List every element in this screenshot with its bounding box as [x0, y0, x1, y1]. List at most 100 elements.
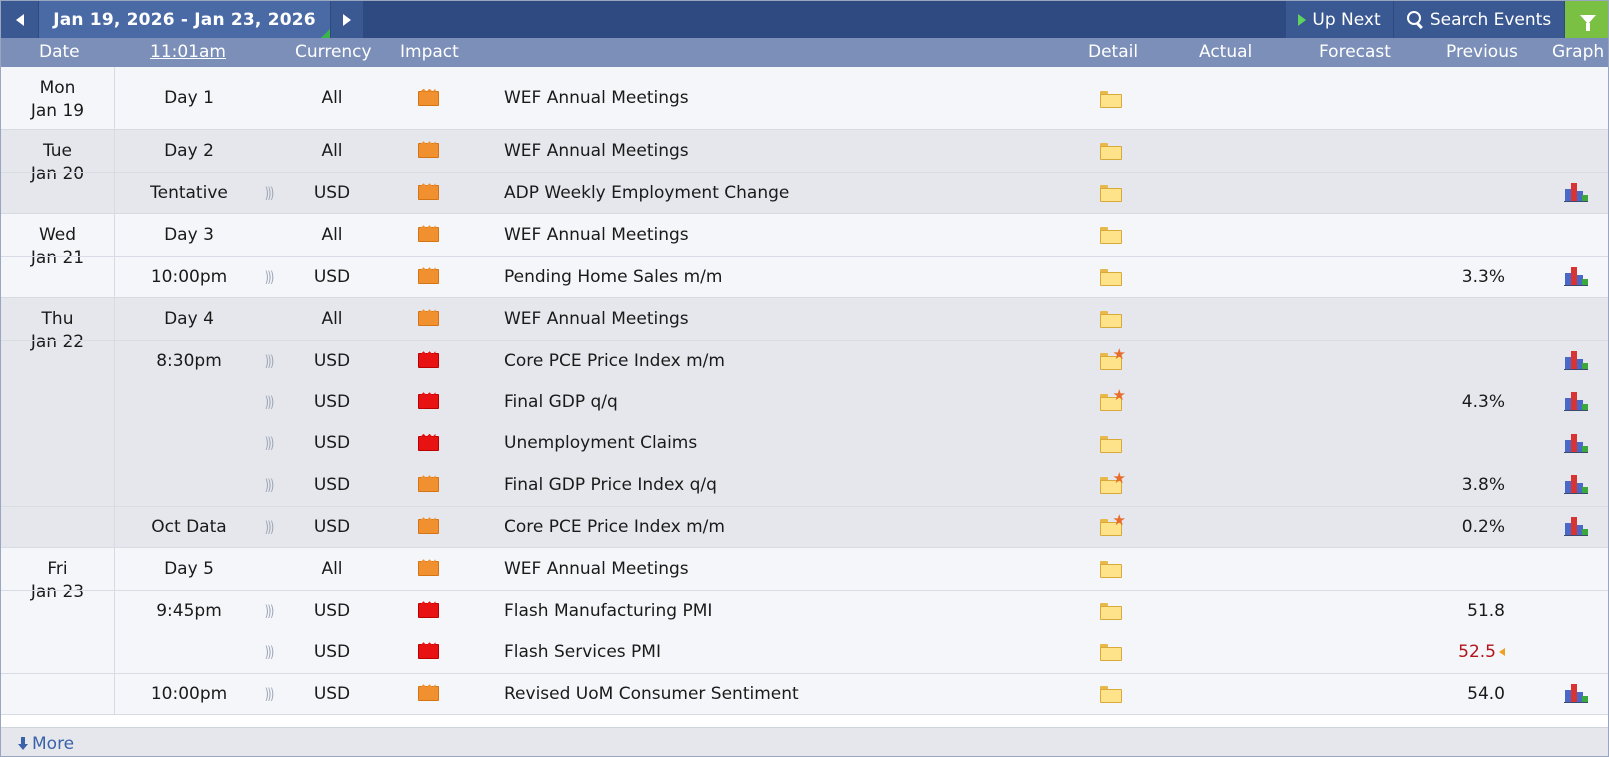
medium-impact-icon — [417, 269, 439, 285]
event-graph-button[interactable] — [1563, 464, 1589, 506]
day-group: Mon Jan 19 Day 1 All WEF Annual Meetings — [1, 67, 1608, 130]
event-detail-button[interactable]: ★ — [1097, 341, 1126, 382]
event-row[interactable]: ))) USD Unemployment Claims — [1, 423, 1608, 465]
event-title[interactable]: Flash Services PMI — [504, 631, 661, 673]
more-link[interactable]: More — [18, 734, 74, 754]
sound-alert-button[interactable]: ))) — [259, 341, 279, 382]
event-row[interactable]: ))) USD Final GDP Price Index q/q ★ 3.8% — [1, 464, 1608, 506]
event-detail-button[interactable]: ★ — [1097, 381, 1126, 423]
event-row[interactable]: Oct Data))) USD Core PCE Price Index m/m ★ 0… — [1, 505, 1608, 548]
event-row[interactable]: 8:30pm))) USD Core PCE Price Index m/m ★ — [1, 339, 1608, 382]
sound-alert-button[interactable]: ))) — [259, 631, 279, 673]
event-graph-button[interactable] — [1563, 381, 1589, 423]
event-title[interactable]: WEF Annual Meetings — [504, 298, 689, 340]
event-graph-button[interactable] — [1563, 507, 1589, 548]
high-impact-icon — [417, 644, 439, 660]
event-detail-button[interactable] — [1097, 173, 1123, 214]
next-week-button[interactable] — [331, 1, 363, 38]
col-detail: Detail — [1088, 42, 1139, 62]
event-graph-button[interactable] — [1563, 173, 1589, 214]
sound-alert-button[interactable]: ))) — [259, 591, 279, 632]
event-detail-button[interactable] — [1097, 674, 1123, 715]
folder-icon — [1100, 561, 1122, 579]
event-row[interactable]: Day 5 All WEF Annual Meetings — [1, 548, 1608, 590]
impact-indicator — [417, 67, 439, 129]
event-row[interactable]: 9:45pm))) USD Flash Manufacturing PMI 51.8 — [1, 589, 1608, 632]
sound-alert-button[interactable]: ))) — [259, 173, 279, 214]
event-title[interactable]: ADP Weekly Employment Change — [504, 173, 789, 214]
impact-indicator — [417, 130, 439, 172]
event-graph-button[interactable] — [1563, 423, 1589, 465]
event-title[interactable]: Final GDP q/q — [504, 381, 618, 423]
event-title[interactable]: WEF Annual Meetings — [504, 214, 689, 256]
event-row[interactable]: Day 1 All WEF Annual Meetings — [1, 67, 1608, 129]
search-events-label: Search Events — [1429, 9, 1552, 30]
event-detail-button[interactable] — [1097, 298, 1123, 340]
calendar-footer: More — [1, 727, 1608, 756]
event-detail-button[interactable] — [1097, 130, 1123, 172]
event-currency: All — [321, 88, 343, 108]
event-row[interactable]: Day 2 All WEF Annual Meetings — [1, 130, 1608, 172]
high-impact-icon — [417, 603, 439, 619]
event-row[interactable]: ))) USD Final GDP q/q ★ 4.3% — [1, 381, 1608, 423]
event-currency: All — [321, 558, 343, 579]
date-range-button[interactable]: Jan 19, 2026 - Jan 23, 2026 — [39, 1, 330, 38]
impact-indicator — [417, 631, 439, 673]
previous-week-button[interactable] — [1, 1, 38, 38]
event-title[interactable]: Core PCE Price Index m/m — [504, 341, 725, 382]
sound-icon: ))) — [264, 351, 274, 370]
search-events-button[interactable]: Search Events — [1394, 1, 1564, 38]
event-detail-button[interactable]: ★ — [1097, 464, 1126, 506]
event-detail-button[interactable] — [1097, 214, 1123, 256]
event-title[interactable]: WEF Annual Meetings — [504, 67, 689, 129]
event-title[interactable]: Unemployment Claims — [504, 423, 697, 465]
event-title[interactable]: WEF Annual Meetings — [504, 130, 689, 172]
up-next-button[interactable]: Up Next — [1286, 1, 1393, 38]
event-row[interactable]: Tentative))) USD ADP Weekly Employment Cha… — [1, 171, 1608, 214]
event-graph-button[interactable] — [1563, 257, 1589, 298]
event-detail-button[interactable] — [1097, 67, 1123, 129]
event-title[interactable]: Final GDP Price Index q/q — [504, 464, 717, 506]
event-row[interactable]: ))) USD Flash Services PMI 52.5 — [1, 631, 1608, 673]
previous-value: 52.5 — [1458, 641, 1496, 662]
event-title[interactable]: Pending Home Sales m/m — [504, 257, 722, 298]
event-detail-button[interactable]: ★ — [1097, 507, 1126, 548]
current-time-link[interactable]: 11:01am — [150, 42, 226, 62]
event-row[interactable]: Day 4 All WEF Annual Meetings — [1, 298, 1608, 340]
more-label: More — [32, 734, 75, 754]
impact-indicator — [417, 214, 439, 256]
event-previous — [1433, 67, 1505, 129]
sound-alert-button[interactable]: ))) — [259, 257, 279, 298]
folder-icon — [1100, 185, 1122, 203]
event-row[interactable]: 10:00pm))) USD Pending Home Sales m/m 3.3% — [1, 255, 1608, 298]
event-currency: USD — [313, 683, 351, 704]
event-title[interactable]: Flash Manufacturing PMI — [504, 591, 712, 632]
event-title[interactable]: Core PCE Price Index m/m — [504, 507, 725, 548]
filter-button[interactable] — [1565, 1, 1608, 38]
event-detail-button[interactable] — [1097, 631, 1123, 673]
sound-alert-button[interactable]: ))) — [259, 381, 279, 423]
previous-value: 0.2% — [1461, 516, 1505, 537]
event-time: 9:45pm — [156, 600, 222, 621]
event-detail-button[interactable] — [1097, 423, 1123, 465]
event-row[interactable]: 10:00pm))) USD Revised UoM Consumer Sentim… — [1, 672, 1608, 715]
arrow-left-icon — [15, 13, 24, 26]
impact-indicator — [417, 381, 439, 423]
event-row[interactable]: Day 3 All WEF Annual Meetings — [1, 214, 1608, 256]
event-title[interactable]: WEF Annual Meetings — [504, 548, 689, 590]
event-title[interactable]: Revised UoM Consumer Sentiment — [504, 674, 799, 715]
event-graph-button[interactable] — [1563, 674, 1589, 715]
sound-icon: ))) — [264, 642, 274, 661]
sound-alert-button[interactable]: ))) — [259, 423, 279, 465]
event-currency: USD — [313, 391, 351, 412]
col-previous: Previous — [1446, 42, 1518, 62]
sound-alert-button[interactable]: ))) — [259, 507, 279, 548]
date-range-label: Jan 19, 2026 - Jan 23, 2026 — [53, 9, 316, 30]
event-graph-button[interactable] — [1563, 341, 1589, 382]
event-detail-button[interactable] — [1097, 257, 1123, 298]
event-detail-button[interactable] — [1097, 591, 1123, 632]
event-detail-button[interactable] — [1097, 548, 1123, 590]
previous-value: 4.3% — [1461, 391, 1505, 412]
sound-alert-button[interactable]: ))) — [259, 674, 279, 715]
sound-alert-button[interactable]: ))) — [259, 464, 279, 506]
